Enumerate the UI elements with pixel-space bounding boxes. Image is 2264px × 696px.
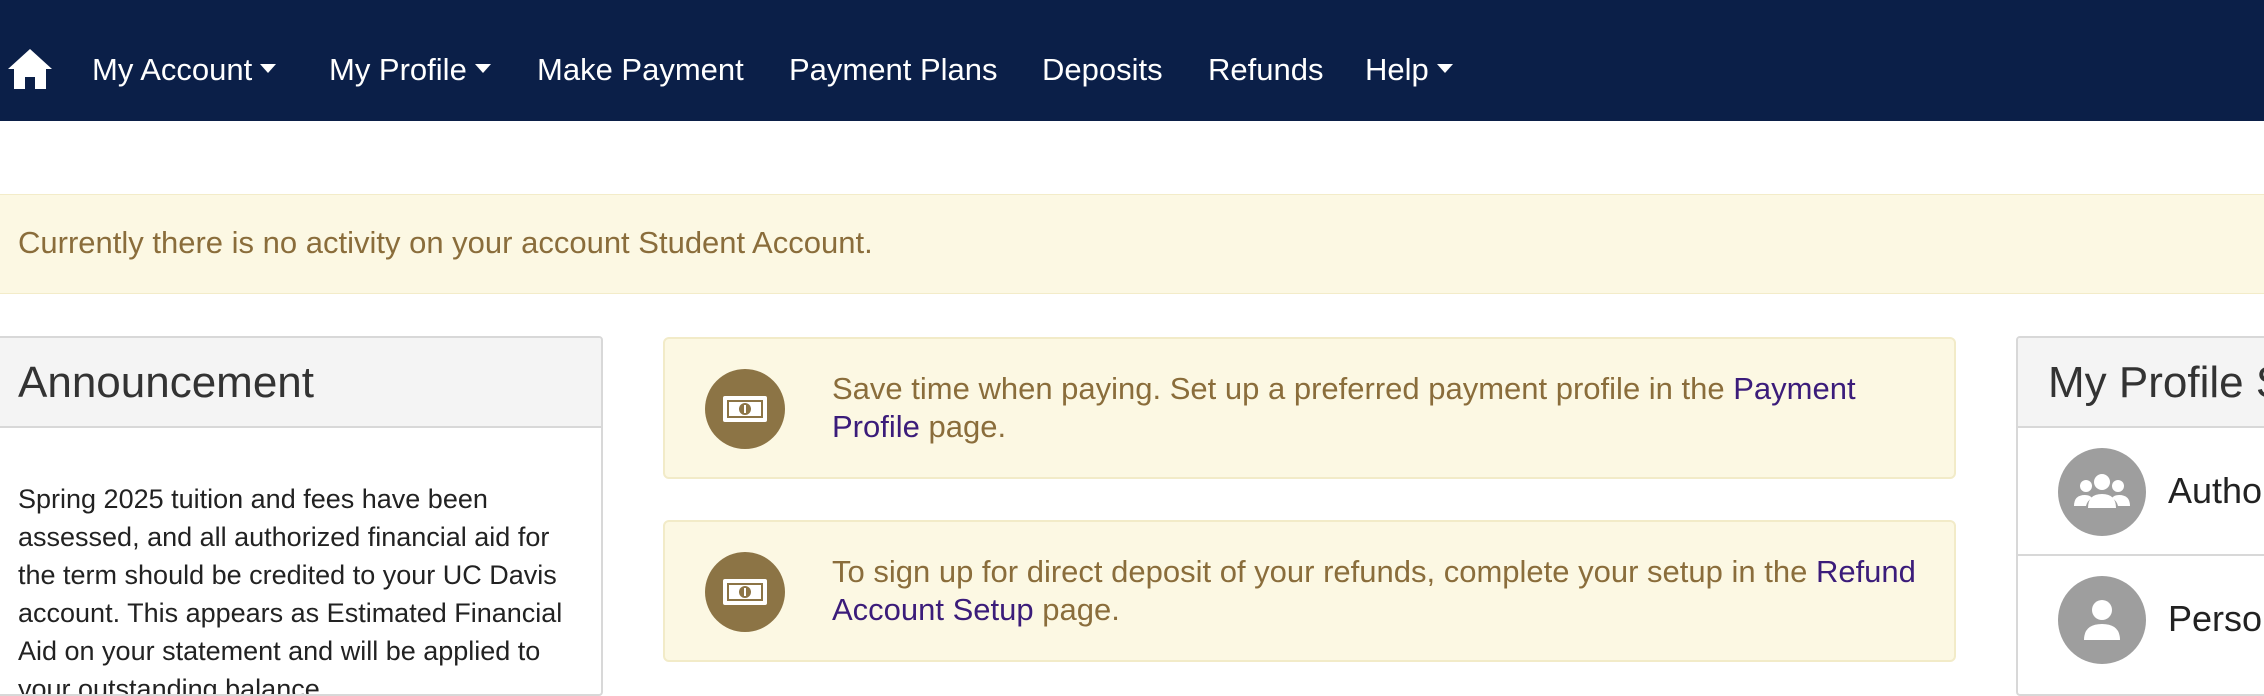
announcement-title: Announcement: [18, 358, 314, 407]
chevron-down-icon: [1436, 64, 1453, 74]
nav-my-profile[interactable]: My Profile: [329, 48, 491, 92]
card-text-before: Save time when paying. Set up a preferre…: [832, 371, 1734, 406]
card-text-after: page.: [1033, 592, 1120, 627]
no-activity-alert: Currently there is no activity on your a…: [0, 194, 2264, 294]
nav-make-payment-label: Make Payment: [537, 52, 744, 87]
refund-setup-card: To sign up for direct deposit of your re…: [663, 520, 1956, 662]
nav-help-label: Help: [1365, 52, 1429, 87]
profile-row-label: Person: [2168, 598, 2264, 639]
announcement-heading: Announcement: [0, 338, 601, 428]
card-text-after: page.: [919, 409, 1007, 444]
money-icon: [705, 552, 785, 632]
profile-row-authorized-users[interactable]: Author: [2018, 428, 2264, 556]
users-group-icon: [2058, 448, 2146, 536]
home-icon[interactable]: [6, 47, 54, 91]
nav-my-account[interactable]: My Account: [92, 48, 277, 92]
profile-row-label: Author: [2168, 470, 2264, 511]
nav-my-profile-label: My Profile: [329, 52, 467, 87]
top-navbar: My Account My Profile Make Payment Payme…: [0, 0, 2264, 121]
nav-deposits-label: Deposits: [1042, 52, 1163, 87]
card-text-before: To sign up for direct deposit of your re…: [832, 554, 1816, 589]
payment-profile-card: Save time when paying. Set up a preferre…: [663, 337, 1956, 479]
announcement-panel: Announcement Spring 2025 tuition and fee…: [0, 336, 603, 696]
chevron-down-icon: [260, 64, 277, 74]
nav-make-payment[interactable]: Make Payment: [537, 48, 744, 92]
refund-setup-message: To sign up for direct deposit of your re…: [832, 553, 1932, 629]
nav-help[interactable]: Help: [1365, 48, 1453, 92]
profile-row-personal[interactable]: Person: [2018, 556, 2264, 684]
my-profile-title: My Profile S: [2048, 358, 2264, 407]
nav-refunds-label: Refunds: [1208, 52, 1324, 87]
payment-profile-message: Save time when paying. Set up a preferre…: [832, 370, 1932, 446]
alert-text: Currently there is no activity on your a…: [18, 225, 873, 260]
nav-my-account-label: My Account: [92, 52, 253, 87]
user-icon: [2058, 576, 2146, 664]
nav-deposits[interactable]: Deposits: [1042, 48, 1163, 92]
money-icon: [705, 369, 785, 449]
my-profile-heading: My Profile S: [2018, 338, 2264, 428]
nav-refunds[interactable]: Refunds: [1208, 48, 1323, 92]
nav-payment-plans[interactable]: Payment Plans: [789, 48, 998, 92]
announcement-body: Spring 2025 tuition and fees have been a…: [18, 484, 563, 696]
nav-payment-plans-label: Payment Plans: [789, 52, 998, 87]
chevron-down-icon: [474, 64, 491, 74]
my-profile-panel: My Profile S Author Person: [2016, 336, 2264, 696]
